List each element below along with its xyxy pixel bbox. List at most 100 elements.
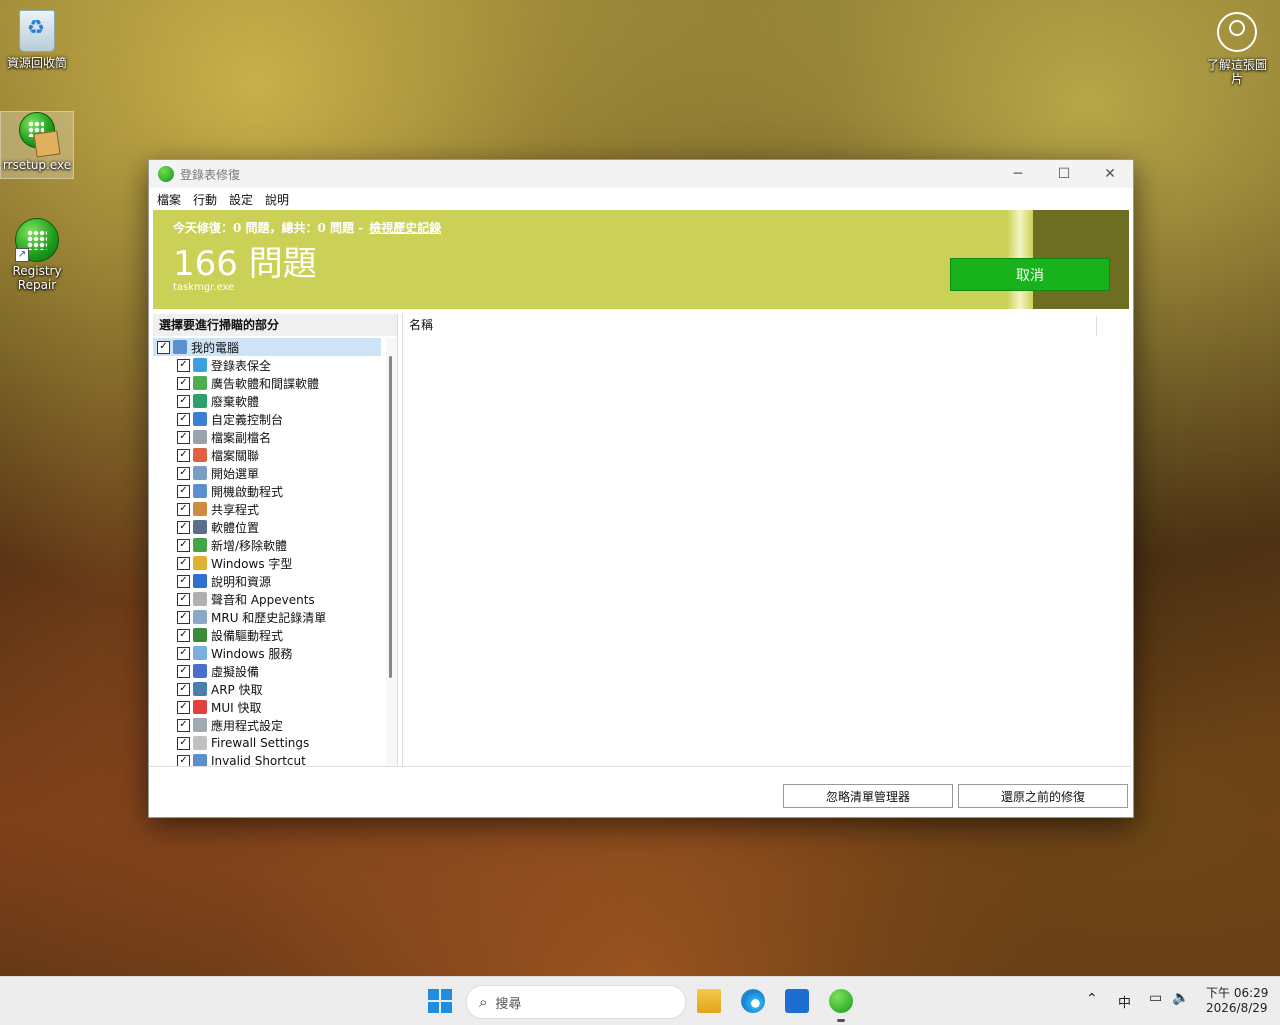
tree-item[interactable]: ✓ 聲音和 Appevents (153, 590, 381, 608)
clock-time[interactable]: 下午 06:29 (1206, 984, 1268, 1001)
tree-item[interactable]: ✓ 登錄表保全 (153, 356, 381, 374)
tree-item[interactable]: ✓ 廣告軟體和間諜軟體 (153, 374, 381, 392)
desktop-icon-label: 資源回收筒 (6, 56, 67, 70)
tree-item-label: 說明和資源 (211, 574, 272, 589)
tree-item-label: 檔案副檔名 (211, 430, 272, 445)
tree-item[interactable]: ✓ 檔案副檔名 (153, 428, 381, 446)
checkbox[interactable]: ✓ (177, 646, 190, 660)
scan-sections-tree: ✓ 我的電腦 ✓ 登錄表保全 ✓ 廣告軟體和間諜軟體 ✓ 廢棄軟體 ✓ 自定義控制台 ✓ 檔案副檔… (153, 338, 381, 766)
checkbox[interactable]: ✓ (177, 412, 190, 426)
column-header-name[interactable]: 名稱 (403, 314, 1131, 337)
title-bar[interactable]: 登錄表修復 ─ ☐ ✕ (149, 160, 1133, 188)
tree-item[interactable]: ✓ 設備驅動程式 (153, 626, 381, 644)
checkbox[interactable]: ✓ (177, 628, 190, 642)
minimize-button[interactable]: ─ (995, 160, 1041, 188)
checkbox[interactable]: ✓ (177, 700, 190, 714)
checkbox[interactable]: ✓ (177, 664, 190, 678)
tree-item-label: 軟體位置 (211, 520, 260, 535)
checkbox[interactable]: ✓ (177, 592, 190, 606)
checkbox[interactable]: ✓ (177, 682, 190, 696)
recycle-bin-desktop-icon[interactable]: 資源回收筒 (1, 10, 73, 70)
checkbox[interactable]: ✓ (177, 610, 190, 624)
checkbox[interactable]: ✓ (177, 520, 190, 534)
tree-item-label: Invalid Shortcut (211, 754, 306, 766)
view-history-link[interactable]: 檢視歷史記錄 (369, 221, 441, 235)
file-explorer-icon[interactable] (697, 989, 721, 1013)
start-icon[interactable] (428, 989, 452, 1013)
registry-repair-taskbar-icon[interactable] (829, 989, 853, 1013)
checkbox[interactable]: ✓ (177, 358, 190, 372)
tree-item[interactable]: ✓ 自定義控制台 (153, 410, 381, 428)
tree-root-my-computer[interactable]: ✓ 我的電腦 (153, 338, 381, 356)
column-separator[interactable] (1096, 316, 1097, 336)
maximize-button[interactable]: ☐ (1041, 160, 1087, 188)
checkbox[interactable]: ✓ (157, 340, 170, 354)
add-remove-icon (193, 538, 207, 552)
tree-item[interactable]: ✓ 新增/移除軟體 (153, 536, 381, 554)
checkbox[interactable]: ✓ (177, 574, 190, 588)
cancel-button[interactable]: 取消 (950, 258, 1110, 291)
scrollbar-thumb[interactable] (389, 356, 392, 678)
taskbar-search[interactable]: ⌕ 搜尋 (466, 985, 686, 1019)
close-button[interactable]: ✕ (1087, 160, 1133, 188)
checkbox[interactable]: ✓ (177, 754, 190, 766)
checkbox[interactable]: ✓ (177, 718, 190, 732)
rrsetup-desktop-icon[interactable]: rrsetup.exe (0, 111, 74, 179)
checkbox[interactable]: ✓ (177, 538, 190, 552)
checkbox[interactable]: ✓ (177, 484, 190, 498)
tree-item[interactable]: ✓ ARP 快取 (153, 680, 381, 698)
tree-item[interactable]: ✓ 虛擬設備 (153, 662, 381, 680)
menu-help[interactable]: 說明 (259, 191, 295, 208)
learn-about-picture-desktop-icon[interactable]: 了解這張圖 片 (1201, 12, 1273, 86)
trash-icon (193, 394, 207, 408)
font-icon (193, 556, 207, 570)
tree-item-label: 聲音和 Appevents (211, 592, 315, 607)
tree-item[interactable]: ✓ 軟體位置 (153, 518, 381, 536)
tree-item[interactable]: ✓ Invalid Shortcut (153, 752, 381, 766)
tree-item[interactable]: ✓ 開機啟動程式 (153, 482, 381, 500)
show-hidden-icons-icon[interactable]: ⌃ (1086, 991, 1098, 1007)
bottom-button-bar: 忽略清單管理器 還原之前的修復 (149, 766, 1131, 817)
menu-settings[interactable]: 設定 (223, 191, 259, 208)
tree-item[interactable]: ✓ Firewall Settings (153, 734, 381, 752)
repair-summary: 今天修復：0 問題，總共：0 問題 - 檢視歷史記錄 (173, 219, 441, 236)
checkbox[interactable]: ✓ (177, 736, 190, 750)
ime-indicator[interactable]: 中 (1118, 992, 1131, 1011)
scan-sections-heading: 選擇要進行掃瞄的部分 (153, 314, 397, 336)
tree-item[interactable]: ✓ 開始選單 (153, 464, 381, 482)
menu-file[interactable]: 檔案 (151, 191, 187, 208)
virtual-device-icon (193, 664, 207, 678)
tree-item[interactable]: ✓ 共享程式 (153, 500, 381, 518)
registry-repair-desktop-icon[interactable]: ↗ Registry Repair (1, 218, 73, 292)
network-icon[interactable]: ▭ (1149, 990, 1162, 1006)
tree-item[interactable]: ✓ MUI 快取 (153, 698, 381, 716)
clock-date[interactable]: 2026/8/29 (1206, 1001, 1268, 1015)
mui-icon (193, 700, 207, 714)
tree-item-label: 應用程式設定 (211, 718, 284, 733)
tree-item[interactable]: ✓ MRU 和歷史記錄清單 (153, 608, 381, 626)
tree-item[interactable]: ✓ Windows 服務 (153, 644, 381, 662)
tree-item[interactable]: ✓ 應用程式設定 (153, 716, 381, 734)
ignore-list-manager-button[interactable]: 忽略清單管理器 (783, 784, 953, 808)
checkbox[interactable]: ✓ (177, 430, 190, 444)
tree-item[interactable]: ✓ Windows 字型 (153, 554, 381, 572)
tree-scrollbar[interactable] (386, 338, 397, 766)
checkbox[interactable]: ✓ (177, 376, 190, 390)
tree-item[interactable]: ✓ 說明和資源 (153, 572, 381, 590)
checkbox[interactable]: ✓ (177, 466, 190, 480)
restore-previous-repair-button[interactable]: 還原之前的修復 (958, 784, 1128, 808)
tree-item[interactable]: ✓ 廢棄軟體 (153, 392, 381, 410)
store-icon[interactable] (785, 989, 809, 1013)
tree-item[interactable]: ✓ 檔案關聯 (153, 446, 381, 464)
checkbox[interactable]: ✓ (177, 394, 190, 408)
tree-item-label: 廣告軟體和間諜軟體 (211, 376, 320, 391)
menu-action[interactable]: 行動 (187, 191, 223, 208)
checkbox[interactable]: ✓ (177, 556, 190, 570)
checkbox[interactable]: ✓ (177, 448, 190, 462)
checkbox[interactable]: ✓ (177, 502, 190, 516)
search-placeholder: 搜尋 (495, 996, 522, 1012)
tree-item-label: 設備驅動程式 (211, 628, 284, 643)
edge-browser-icon[interactable] (741, 989, 765, 1013)
file-assoc-icon (193, 448, 207, 462)
volume-icon[interactable]: 🔈 (1172, 990, 1189, 1006)
